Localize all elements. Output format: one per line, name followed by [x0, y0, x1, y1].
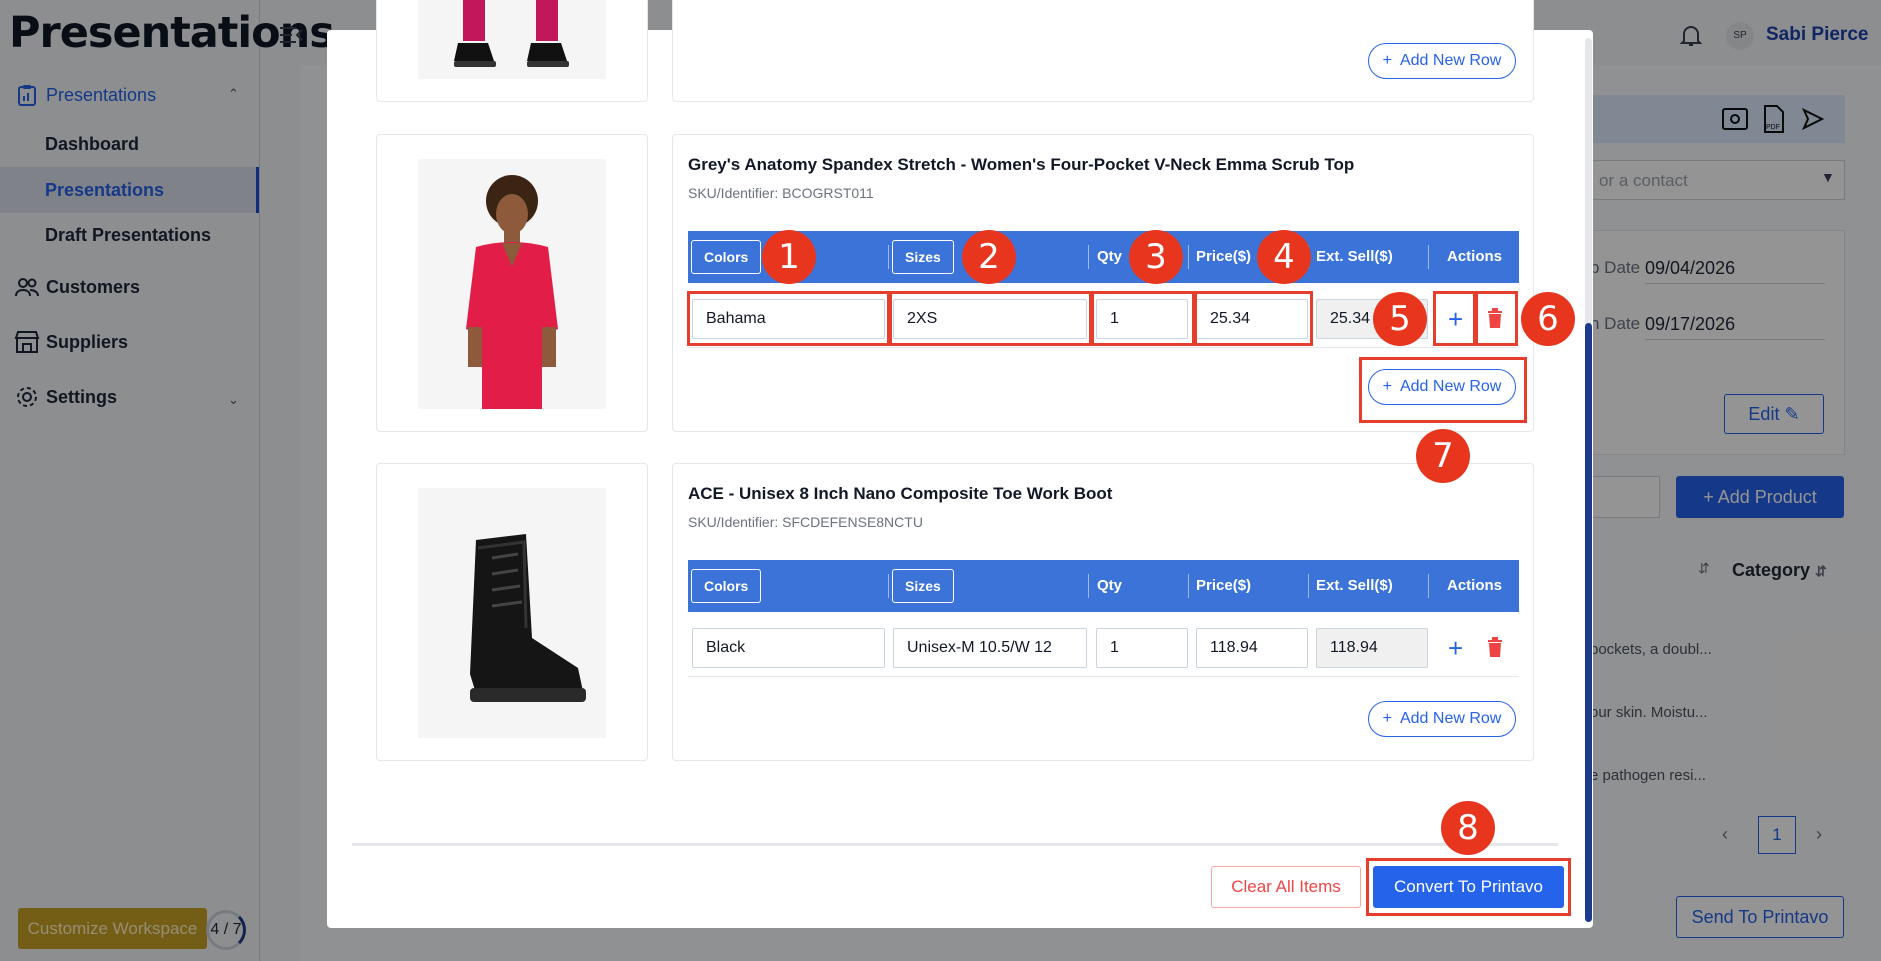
- highlight-price-input: [1194, 291, 1313, 346]
- qty-column-header: Qty: [1097, 577, 1123, 594]
- highlight-convert: [1366, 858, 1571, 916]
- annotation-badge-1: 1: [762, 230, 816, 284]
- column-divider: [1428, 245, 1429, 269]
- size-input[interactable]: Unisex-M 10.5/W 12: [893, 628, 1087, 668]
- ext-sell-column-header: Ext. Sell($): [1316, 248, 1393, 265]
- highlight-add-variant: [1433, 291, 1476, 346]
- highlight-add-new-row: [1359, 357, 1527, 423]
- add-row-label: Add New Row: [1399, 52, 1502, 69]
- product-image: [418, 159, 606, 409]
- product-sku: SKU/Identifier: BCOGRST011: [688, 185, 874, 201]
- column-divider: [1088, 245, 1089, 269]
- add-new-row-button[interactable]: + Add New Row: [1368, 701, 1516, 737]
- highlight-color-input: [687, 291, 890, 346]
- annotation-badge-2: 2: [962, 230, 1016, 284]
- sizes-column-button[interactable]: Sizes: [892, 569, 954, 603]
- annotation-badge-4: 4: [1257, 230, 1311, 284]
- column-divider: [1308, 574, 1309, 598]
- qty-column-header: Qty: [1097, 248, 1123, 265]
- highlight-size-input: [889, 291, 1092, 346]
- table-row: Black Unisex-M 10.5/W 12 1 118.94 118.94…: [688, 619, 1519, 677]
- ext-sell-field: 118.94: [1316, 628, 1428, 668]
- column-divider: [888, 245, 889, 269]
- colors-column-button[interactable]: Colors: [691, 569, 762, 603]
- colors-column-button[interactable]: Colors: [691, 240, 762, 274]
- highlight-delete-row: [1475, 291, 1518, 346]
- add-new-row-button[interactable]: + Add New Row: [1368, 43, 1516, 79]
- price-column-header: Price($): [1196, 248, 1252, 265]
- product-sku: SKU/Identifier: SFCDEFENSE8NCTU: [688, 514, 923, 530]
- column-divider: [888, 574, 889, 598]
- product-title: Grey's Anatomy Spandex Stretch - Women's…: [688, 155, 1355, 174]
- product-card: ACE - Unisex 8 Inch Nano Composite Toe W…: [672, 463, 1534, 761]
- add-row-label: Add New Row: [1399, 710, 1502, 727]
- product-image: [418, 0, 606, 79]
- annotation-badge-7: 7: [1416, 429, 1470, 483]
- column-divider: [1188, 574, 1189, 598]
- highlight-qty-input: [1091, 291, 1195, 346]
- product-image: [418, 488, 606, 738]
- clear-all-items-button[interactable]: Clear All Items: [1211, 866, 1361, 908]
- actions-column-header: Actions: [1447, 248, 1503, 265]
- annotation-badge-3: 3: [1129, 230, 1183, 284]
- add-variant-icon[interactable]: +: [1448, 635, 1463, 661]
- footer-divider: [352, 843, 1558, 846]
- qty-input[interactable]: 1: [1096, 628, 1188, 668]
- product-card: + Add New Row: [672, 0, 1534, 102]
- scrollbar-thumb[interactable]: [1585, 323, 1592, 922]
- price-column-header: Price($): [1196, 577, 1252, 594]
- modal-scrollbar[interactable]: [1585, 38, 1592, 922]
- annotation-badge-5: 5: [1373, 292, 1427, 346]
- product-image-card: [376, 0, 648, 102]
- product-image-card: [376, 134, 648, 432]
- column-divider: [1428, 574, 1429, 598]
- sizes-column-button[interactable]: Sizes: [892, 240, 954, 274]
- ext-sell-column-header: Ext. Sell($): [1316, 577, 1393, 594]
- plus-icon: +: [1382, 710, 1392, 727]
- actions-column-header: Actions: [1447, 577, 1503, 594]
- color-input[interactable]: Black: [692, 628, 885, 668]
- table-header: Colors Sizes Qty Price($) Ext. Sell($) A…: [688, 560, 1519, 612]
- column-divider: [1088, 574, 1089, 598]
- plus-icon: +: [1382, 52, 1392, 69]
- trash-icon[interactable]: [1487, 637, 1503, 657]
- product-image-card: [376, 463, 648, 761]
- annotation-badge-8: 8: [1441, 801, 1495, 855]
- annotation-badge-6: 6: [1521, 292, 1575, 346]
- column-divider: [1188, 245, 1189, 269]
- product-title: ACE - Unisex 8 Inch Nano Composite Toe W…: [688, 484, 1113, 503]
- price-input[interactable]: 118.94: [1196, 628, 1308, 668]
